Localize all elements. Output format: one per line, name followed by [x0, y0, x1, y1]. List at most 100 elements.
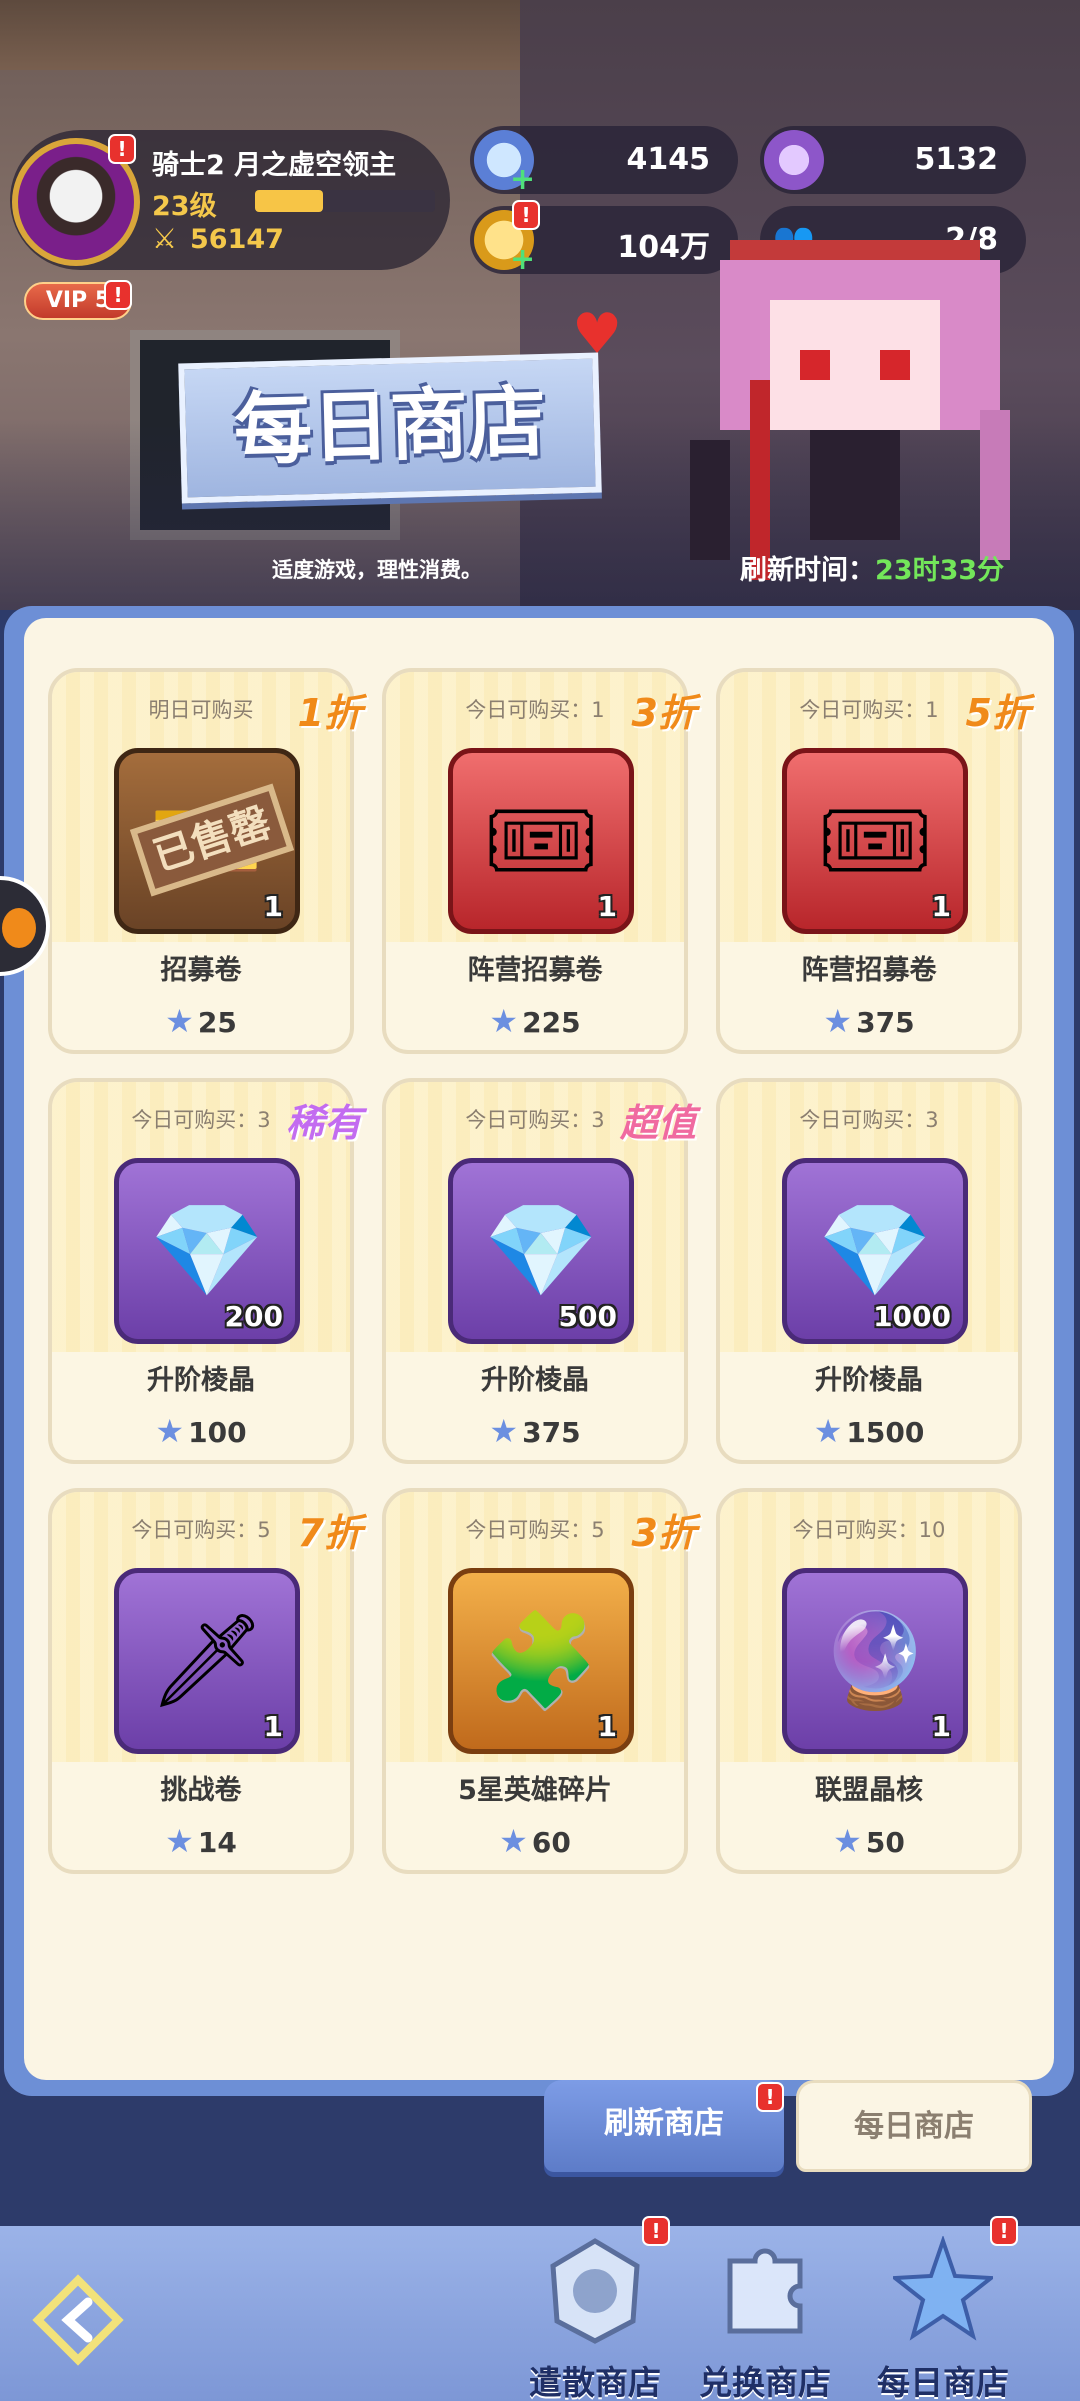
exchange-shop-icon [727, 2248, 803, 2334]
nav-alert-icon: ! [990, 2216, 1018, 2246]
item-quantity: 1 [931, 1710, 951, 1743]
item-name: 升阶棱晶 [481, 1365, 589, 1396]
nav-label: 每日商店 [877, 2363, 1009, 2401]
discount-tag: 5折 [965, 691, 1030, 735]
item-price: ★ 60 [386, 1822, 684, 1860]
item-quantity: 1 [931, 890, 951, 923]
item-price: ★ 100 [52, 1412, 350, 1450]
item-price: ★ 50 [720, 1822, 1018, 1860]
refresh-time-value: 23时33分 [875, 555, 1005, 586]
shop-panel-inner: 明日可购买 1折 🎫 已售罄 1 招募卷 ★25 今日可购买：1 3折 🎟 1 … [24, 618, 1054, 2080]
star-currency-icon: ★ [165, 1002, 194, 1040]
item-quantity: 500 [558, 1300, 617, 1333]
coin-alert-icon: ! [512, 200, 540, 230]
item-icon-box: 💎 200 [114, 1158, 300, 1344]
nav-alert-icon: ! [642, 2216, 670, 2246]
price-value: 375 [522, 1416, 581, 1449]
item-price: ★ 1500 [720, 1412, 1018, 1450]
shop-item-card[interactable]: 明日可购买 1折 🎫 已售罄 1 招募卷 ★25 [48, 668, 362, 1054]
nav-label: 遣散商店 [529, 2363, 661, 2401]
gem-amount: 5132 [914, 142, 999, 177]
star-resource[interactable]: + 4145 [470, 126, 738, 197]
back-arrow-icon [32, 2274, 124, 2366]
tab-daily-shop[interactable]: 每日商店 [796, 2080, 1032, 2172]
star-amount: 4145 [626, 142, 711, 177]
crossed-swords-icon: ⚔ [152, 222, 178, 255]
shop-item-card[interactable]: 今日可购买：5 7折 🗡 1 挑战卷 ★ 14 [48, 1488, 362, 1874]
shop-item-card[interactable]: 今日可购买：1 5折 🎟 1 阵营招募卷 ★ 375 [716, 668, 1030, 1054]
nav-daily-shop[interactable]: ! 每日商店 [858, 2216, 1028, 2401]
shop-title-banner: 每日商店 [178, 352, 602, 504]
item-price: ★ 375 [720, 1002, 1018, 1040]
star-currency-icon: ★ [155, 1412, 185, 1450]
item-price: ★ 375 [386, 1412, 684, 1450]
shop-item-card[interactable]: 今日可购买：10 🔮 1 联盟晶核 ★ 50 [716, 1488, 1022, 1874]
item-name: 升阶棱晶 [815, 1365, 923, 1396]
discount-tag: 1折 [297, 691, 362, 735]
price-value: 225 [522, 1006, 581, 1039]
combat-power: 56147 [190, 224, 284, 255]
item-quantity: 1 [263, 1710, 283, 1743]
item-quantity: 1 [597, 1710, 617, 1743]
shop-item-card[interactable]: 今日可购买：3 💎 1000 升阶棱晶 ★ 1500 [716, 1078, 1022, 1464]
shop-title: 每日商店 [232, 377, 548, 477]
price-value: 50 [865, 1826, 905, 1859]
item-icon-box: 🗡 1 [114, 1568, 300, 1754]
daily-shop-icon [893, 2236, 993, 2341]
item-icon-box: 🎟 1 [448, 748, 634, 934]
refresh-tab-alert-icon: ! [756, 2082, 784, 2112]
player-name: 骑士2 月之虚空领主 [152, 150, 397, 181]
nav-label: 兑换商店 [699, 2363, 831, 2401]
shop-panel: 明日可购买 1折 🎫 已售罄 1 招募卷 ★25 今日可购买：1 3折 🎟 1 … [4, 606, 1074, 2096]
item-icon-box: 💎 1000 [782, 1158, 968, 1344]
shop-item-card[interactable]: 今日可购买：1 3折 🎟 1 阵营招募卷 ★ 225 [382, 668, 696, 1054]
price-value: 375 [856, 1006, 915, 1039]
price-value: 100 [188, 1416, 247, 1449]
pixel-character-illustration [690, 240, 1010, 580]
item-price: ★ 14 [52, 1822, 350, 1860]
item-name: 联盟晶核 [815, 1775, 923, 1806]
star-currency-icon: ★ [489, 1412, 519, 1450]
gem-resource[interactable]: 5132 [760, 126, 1026, 194]
item-quantity: 200 [224, 1300, 283, 1333]
gem-currency-icon [764, 130, 824, 190]
purchase-limit: 今日可购买：10 [792, 1518, 946, 1542]
item-quantity: 1 [597, 890, 617, 923]
item-name: 挑战卷 [160, 1775, 242, 1806]
xp-progress-bar [255, 190, 435, 212]
discount-tag: 超值 [619, 1101, 696, 1145]
shop-item-card[interactable]: 今日可购买：3 超值 💎 500 升阶棱晶 ★ 375 [382, 1078, 696, 1464]
vip-alert-icon: ! [104, 280, 132, 310]
shop-item-card[interactable]: 今日可购买：3 稀有 💎 200 升阶棱晶 ★ 100 [48, 1078, 362, 1464]
refresh-label: 刷新时间： [740, 555, 875, 586]
star-currency-icon: ★ [499, 1822, 528, 1860]
item-name: 阵营招募卷 [801, 955, 937, 986]
assistant-icon [2, 908, 36, 948]
star-currency-icon: ★ [823, 1002, 853, 1040]
item-name: 阵营招募卷 [467, 955, 603, 986]
plus-icon[interactable]: + [510, 162, 535, 197]
item-price: ★ 25 [52, 1002, 350, 1040]
item-icon-box: 🔮 1 [782, 1568, 968, 1754]
item-price: ★ 225 [386, 1002, 684, 1040]
player-level: 23级 [152, 191, 217, 222]
item-icon-box: 🎟 1 [782, 748, 968, 934]
purchase-limit: 今日可购买：3 [799, 1108, 939, 1132]
gaming-hint: 适度游戏，理性消费。 [272, 558, 482, 582]
nav-dismiss-shop[interactable]: ! 遣散商店 [510, 2216, 680, 2401]
star-currency-icon: ★ [813, 1412, 843, 1450]
discount-tag: 3折 [631, 1511, 696, 1555]
refresh-timer: 刷新时间：23时33分 [740, 548, 1004, 587]
shop-item-card[interactable]: 今日可购买：5 3折 🧩 1 5星英雄碎片 ★ 60 [382, 1488, 696, 1874]
star-currency-icon: ★ [833, 1822, 862, 1860]
xp-progress-fill [255, 190, 324, 212]
item-name: 招募卷 [160, 955, 242, 986]
discount-tag: 3折 [631, 691, 696, 735]
item-icon-box: 🧩 1 [448, 1568, 634, 1754]
price-value: 60 [531, 1826, 571, 1859]
star-currency-icon: ★ [165, 1822, 194, 1860]
plus-icon[interactable]: + [510, 242, 535, 277]
nav-exchange-shop[interactable]: 兑换商店 [680, 2226, 850, 2401]
back-button[interactable] [30, 2272, 126, 2368]
tab-refresh-shop[interactable]: 刷新商店 [544, 2080, 784, 2172]
